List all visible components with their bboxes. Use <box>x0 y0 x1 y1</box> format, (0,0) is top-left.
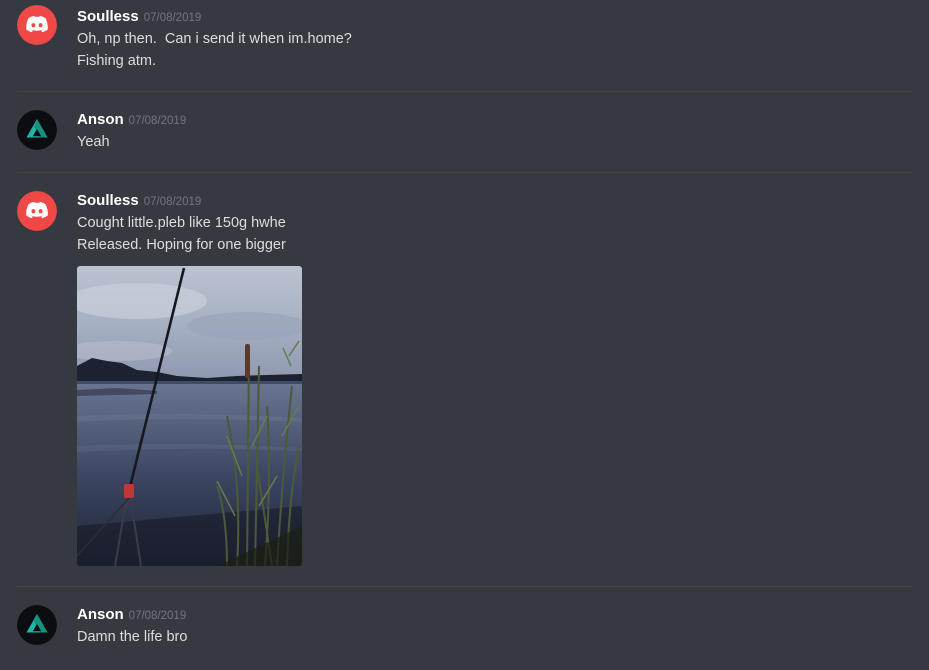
timestamp: 07/08/2019 <box>128 610 187 622</box>
username[interactable]: Anson <box>77 606 124 623</box>
username[interactable]: Soulless <box>77 192 139 209</box>
avatar[interactable] <box>17 5 57 45</box>
image-attachment[interactable] <box>77 266 302 566</box>
message-text: Cought little.pleb like 150g hwhe <box>77 215 286 231</box>
avatar[interactable] <box>17 191 57 231</box>
message-divider <box>17 91 912 92</box>
message-divider <box>17 172 912 173</box>
message-text: Oh, np then. Can i send it when im.home? <box>77 31 352 47</box>
message-text: Yeah <box>77 134 110 150</box>
message-header: Soulless 07/08/2019 <box>77 8 201 26</box>
avatar[interactable] <box>17 605 57 645</box>
triangle-logo-icon <box>17 605 57 645</box>
username[interactable]: Anson <box>77 111 124 128</box>
message-header: Anson 07/08/2019 <box>77 606 186 624</box>
message-header: Soulless 07/08/2019 <box>77 192 201 210</box>
message-text: Released. Hoping for one bigger <box>77 237 286 253</box>
discord-logo-icon <box>17 5 57 45</box>
timestamp: 07/08/2019 <box>143 12 202 24</box>
fishing-lake-photo <box>77 266 302 566</box>
message-header: Anson 07/08/2019 <box>77 111 186 129</box>
message-text: Damn the life bro <box>77 629 188 645</box>
timestamp: 07/08/2019 <box>143 196 202 208</box>
discord-logo-icon <box>17 191 57 231</box>
avatar[interactable] <box>17 110 57 150</box>
message-divider <box>17 586 912 587</box>
message-text: Fishing atm. <box>77 53 156 69</box>
username[interactable]: Soulless <box>77 8 139 25</box>
timestamp: 07/08/2019 <box>128 115 187 127</box>
triangle-logo-icon <box>17 110 57 150</box>
